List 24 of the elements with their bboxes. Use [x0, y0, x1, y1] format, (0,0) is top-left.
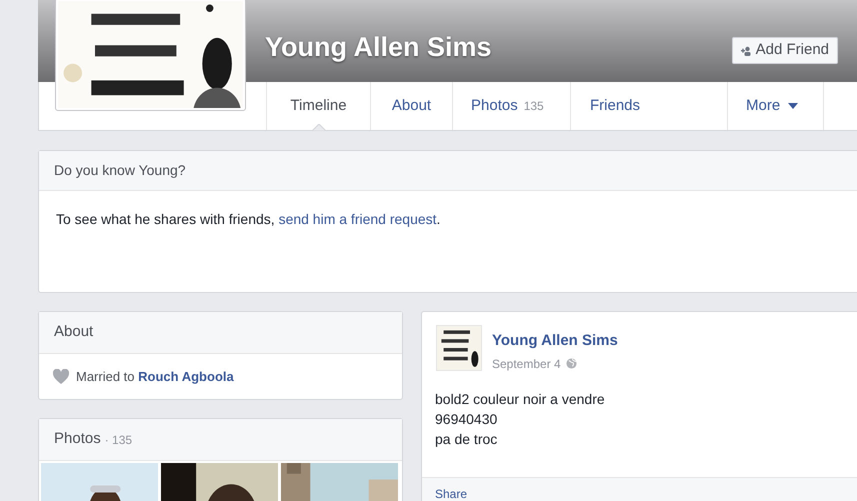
add-person-icon — [740, 46, 751, 56]
card-title: Do you know Young? — [54, 161, 186, 180]
caret-icon — [788, 103, 798, 109]
share-link[interactable]: Share — [435, 485, 468, 501]
profile-name: Young Allen Sims — [265, 30, 492, 64]
profile-tab[interactable]: Timeline — [266, 82, 370, 130]
card-title: Photos — [54, 429, 101, 450]
post-text-line: bold2 couleur noir a vendre — [435, 390, 606, 408]
profile-tab[interactable]: More — [727, 82, 823, 130]
partner-link[interactable]: Rouch Agboola — [138, 368, 234, 384]
profile-tab[interactable]: Friends — [570, 82, 727, 130]
post-text-line: 96940430 — [435, 410, 498, 428]
photo-count: · 135 — [104, 432, 132, 448]
globe-icon — [566, 358, 577, 369]
post-author[interactable]: Young Allen Sims — [492, 330, 618, 352]
add-friend-button[interactable]: Add Friend — [732, 37, 838, 64]
request-message: To see what he shares with friends, send him a friend request. — [56, 210, 442, 229]
friend-request-link[interactable]: send him a friend request — [278, 211, 437, 227]
heart-icon — [53, 369, 69, 384]
post-text-line: pa de troc — [435, 430, 498, 448]
profile-tab[interactable]: Photos 135 — [452, 82, 570, 130]
relationship-text: Married to Rouch Agboola — [76, 368, 234, 386]
card-title: About — [54, 322, 94, 342]
profile-tab[interactable]: About — [370, 82, 452, 130]
